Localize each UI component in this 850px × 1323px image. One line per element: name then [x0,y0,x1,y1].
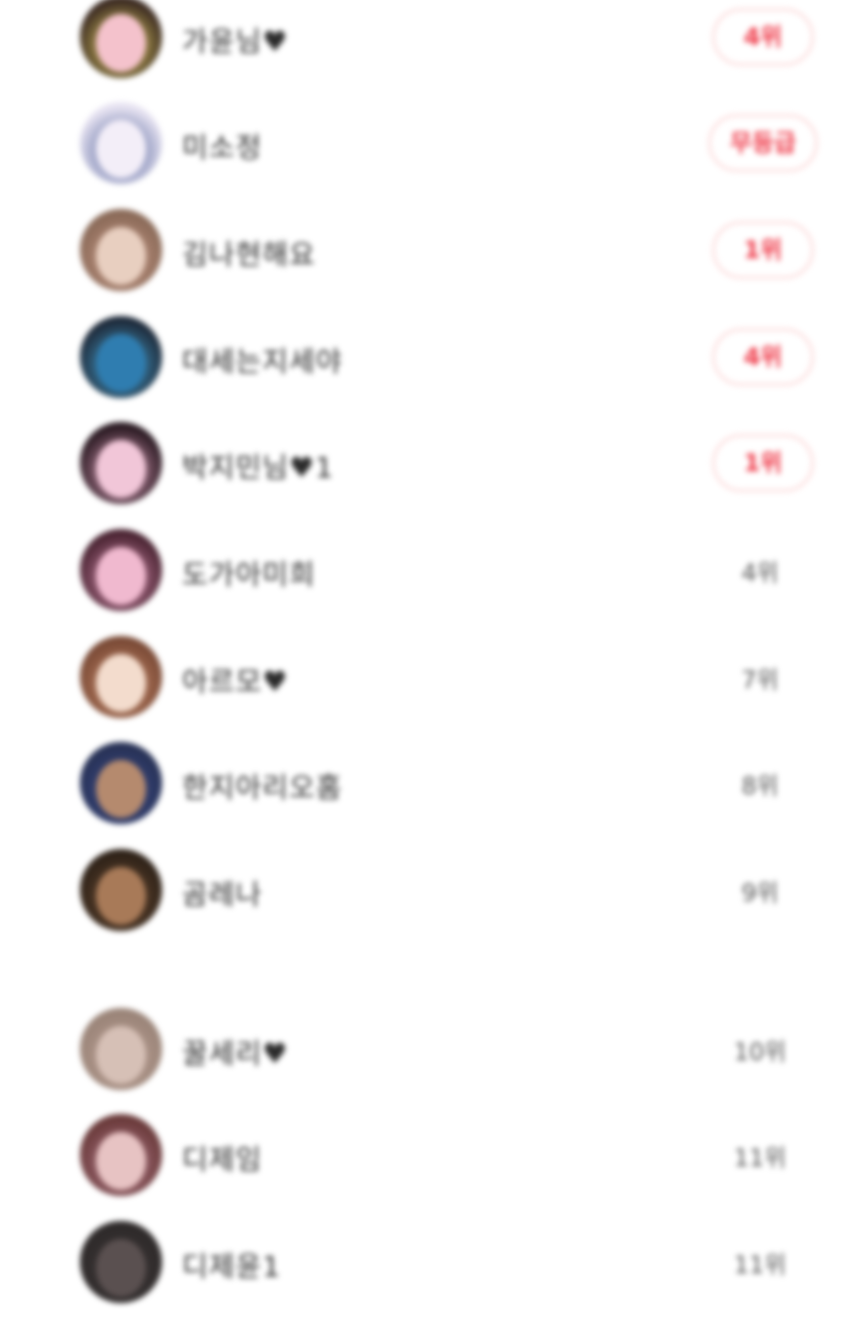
ranking-list: 가윤님♥ 4위 미소정 무등급 김나현해요 1위 대세는지세야 4위 박지민님♥1 1위 도가아미희… [0,0,850,1323]
avatar[interactable] [80,422,162,504]
avatar-face [96,1026,146,1084]
user-name: 꿀세리♥ [182,1037,289,1070]
user-name: 미소정 [182,131,263,164]
avatar-face [96,14,146,72]
avatar[interactable] [80,209,162,291]
list-item[interactable]: 도가아미희 4위 [0,525,850,615]
rank-label: 10위 [733,1038,787,1066]
list-item[interactable]: 김나현해요 1위 [0,205,850,295]
user-name: 대세는지세야 [182,345,343,378]
user-name: 박지민님♥1 [182,451,334,484]
avatar-face [96,654,146,712]
list-item[interactable]: 디제임 11위 [0,1110,850,1200]
avatar[interactable] [80,636,162,718]
rank-badge: 무등급 [708,114,818,172]
rank-label: 11위 [733,1251,787,1279]
rank-badge: 4위 [712,8,814,66]
rank-label: 11위 [733,1144,787,1172]
avatar[interactable] [80,529,162,611]
avatar-face [96,1239,146,1297]
user-name: 도가아미희 [182,558,316,591]
user-name: 디제임 [182,1143,263,1176]
avatar[interactable] [80,1221,162,1303]
avatar-face [96,867,146,925]
rank-badge: 1위 [712,434,814,492]
avatar[interactable] [80,742,162,824]
list-item[interactable]: 곰레나 9위 [0,845,850,935]
user-name: 곰레나 [182,878,263,911]
user-name: 가윤님♥ [182,25,289,58]
avatar-face [96,547,146,605]
list-item[interactable]: 꿀세리♥ 10위 [0,1004,850,1094]
list-item[interactable]: 디제윤1 11위 [0,1217,850,1307]
rank-badge: 4위 [712,328,814,386]
avatar-face [96,1132,146,1190]
avatar-face [96,760,146,818]
rank-label: 7위 [741,666,779,694]
list-item[interactable]: 가윤님♥ 4위 [0,0,850,82]
user-name: 한지아리오홈 [182,771,343,804]
user-name: 디제윤1 [182,1250,282,1283]
avatar-face [96,440,146,498]
list-item[interactable]: 박지민님♥1 1위 [0,418,850,508]
rank-label: 8위 [741,772,779,800]
avatar[interactable] [80,0,162,78]
avatar-face [96,120,146,178]
avatar[interactable] [80,1114,162,1196]
user-name: 아르모♥ [182,665,289,698]
rank-label: 9위 [741,879,779,907]
list-item[interactable]: 아르모♥ 7위 [0,632,850,722]
avatar[interactable] [80,316,162,398]
list-item[interactable]: 대세는지세야 4위 [0,312,850,402]
user-name: 김나현해요 [182,238,316,271]
list-item[interactable]: 미소정 무등급 [0,98,850,188]
avatar[interactable] [80,1008,162,1090]
avatar[interactable] [80,849,162,931]
avatar-face [96,227,146,285]
rank-label: 4위 [741,559,779,587]
rank-badge: 1위 [712,221,814,279]
avatar-face [96,334,146,392]
list-item[interactable]: 한지아리오홈 8위 [0,738,850,828]
avatar[interactable] [80,102,162,184]
